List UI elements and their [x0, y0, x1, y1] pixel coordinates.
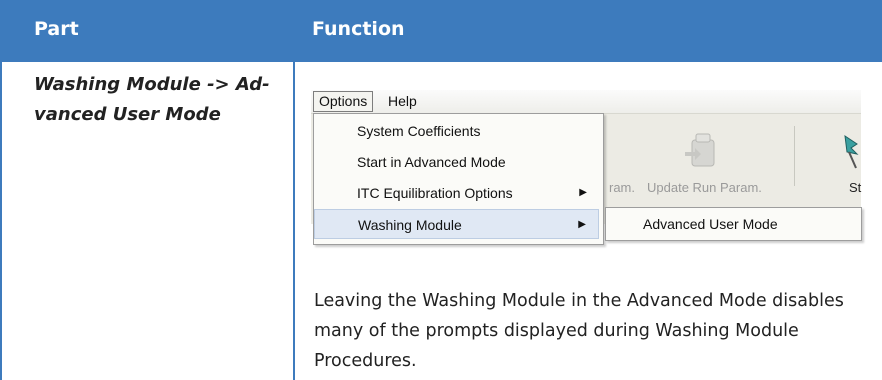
header-divider	[0, 60, 882, 62]
update-run-param-label[interactable]: Update Run Param.	[647, 180, 762, 195]
menu-screenshot: Options Help ram. Update Run Param. St S…	[311, 90, 862, 260]
menu-item-label: Start in Advanced Mode	[357, 154, 506, 170]
menu-item-system-coefficients[interactable]: System Coefficients	[314, 116, 599, 146]
header-part: Part	[34, 18, 79, 40]
table-border-left	[0, 60, 2, 380]
function-description: Leaving the Washing Module in the Advanc…	[314, 291, 844, 371]
options-dropdown: System Coefficients Start in Advanced Mo…	[313, 113, 604, 245]
start-icon[interactable]	[831, 132, 861, 172]
submenu-arrow-icon: ▶	[578, 219, 586, 230]
washing-submenu: Advanced User Mode	[605, 207, 862, 241]
table-header: Part Function	[0, 0, 882, 60]
menu-item-label: Washing Module	[358, 217, 462, 233]
table-column-divider	[293, 60, 295, 380]
menu-help[interactable]: Help	[388, 92, 417, 111]
menu-item-start-advanced[interactable]: Start in Advanced Mode	[314, 147, 599, 177]
menu-item-label: ITC Equilibration Options	[357, 185, 513, 201]
toolbar-separator	[794, 126, 795, 186]
toolbar-label-cut: St	[849, 180, 862, 195]
update-run-param-icon	[685, 133, 715, 167]
part-cell: Washing Module -> Ad-vanced User Mode	[34, 74, 270, 125]
menu-item-label: System Coefficients	[357, 123, 481, 139]
submenu-arrow-icon: ▶	[579, 187, 587, 198]
menu-item-advanced-user-mode[interactable]: Advanced User Mode	[643, 214, 778, 234]
header-function: Function	[312, 18, 405, 40]
menubar: Options Help	[311, 90, 861, 114]
toolbar-label-partial: ram.	[609, 180, 635, 195]
menu-item-itc-equilibration[interactable]: ITC Equilibration Options ▶	[314, 178, 599, 208]
menu-options[interactable]: Options	[313, 91, 374, 112]
menu-item-washing-module[interactable]: Washing Module ▶	[314, 209, 599, 239]
